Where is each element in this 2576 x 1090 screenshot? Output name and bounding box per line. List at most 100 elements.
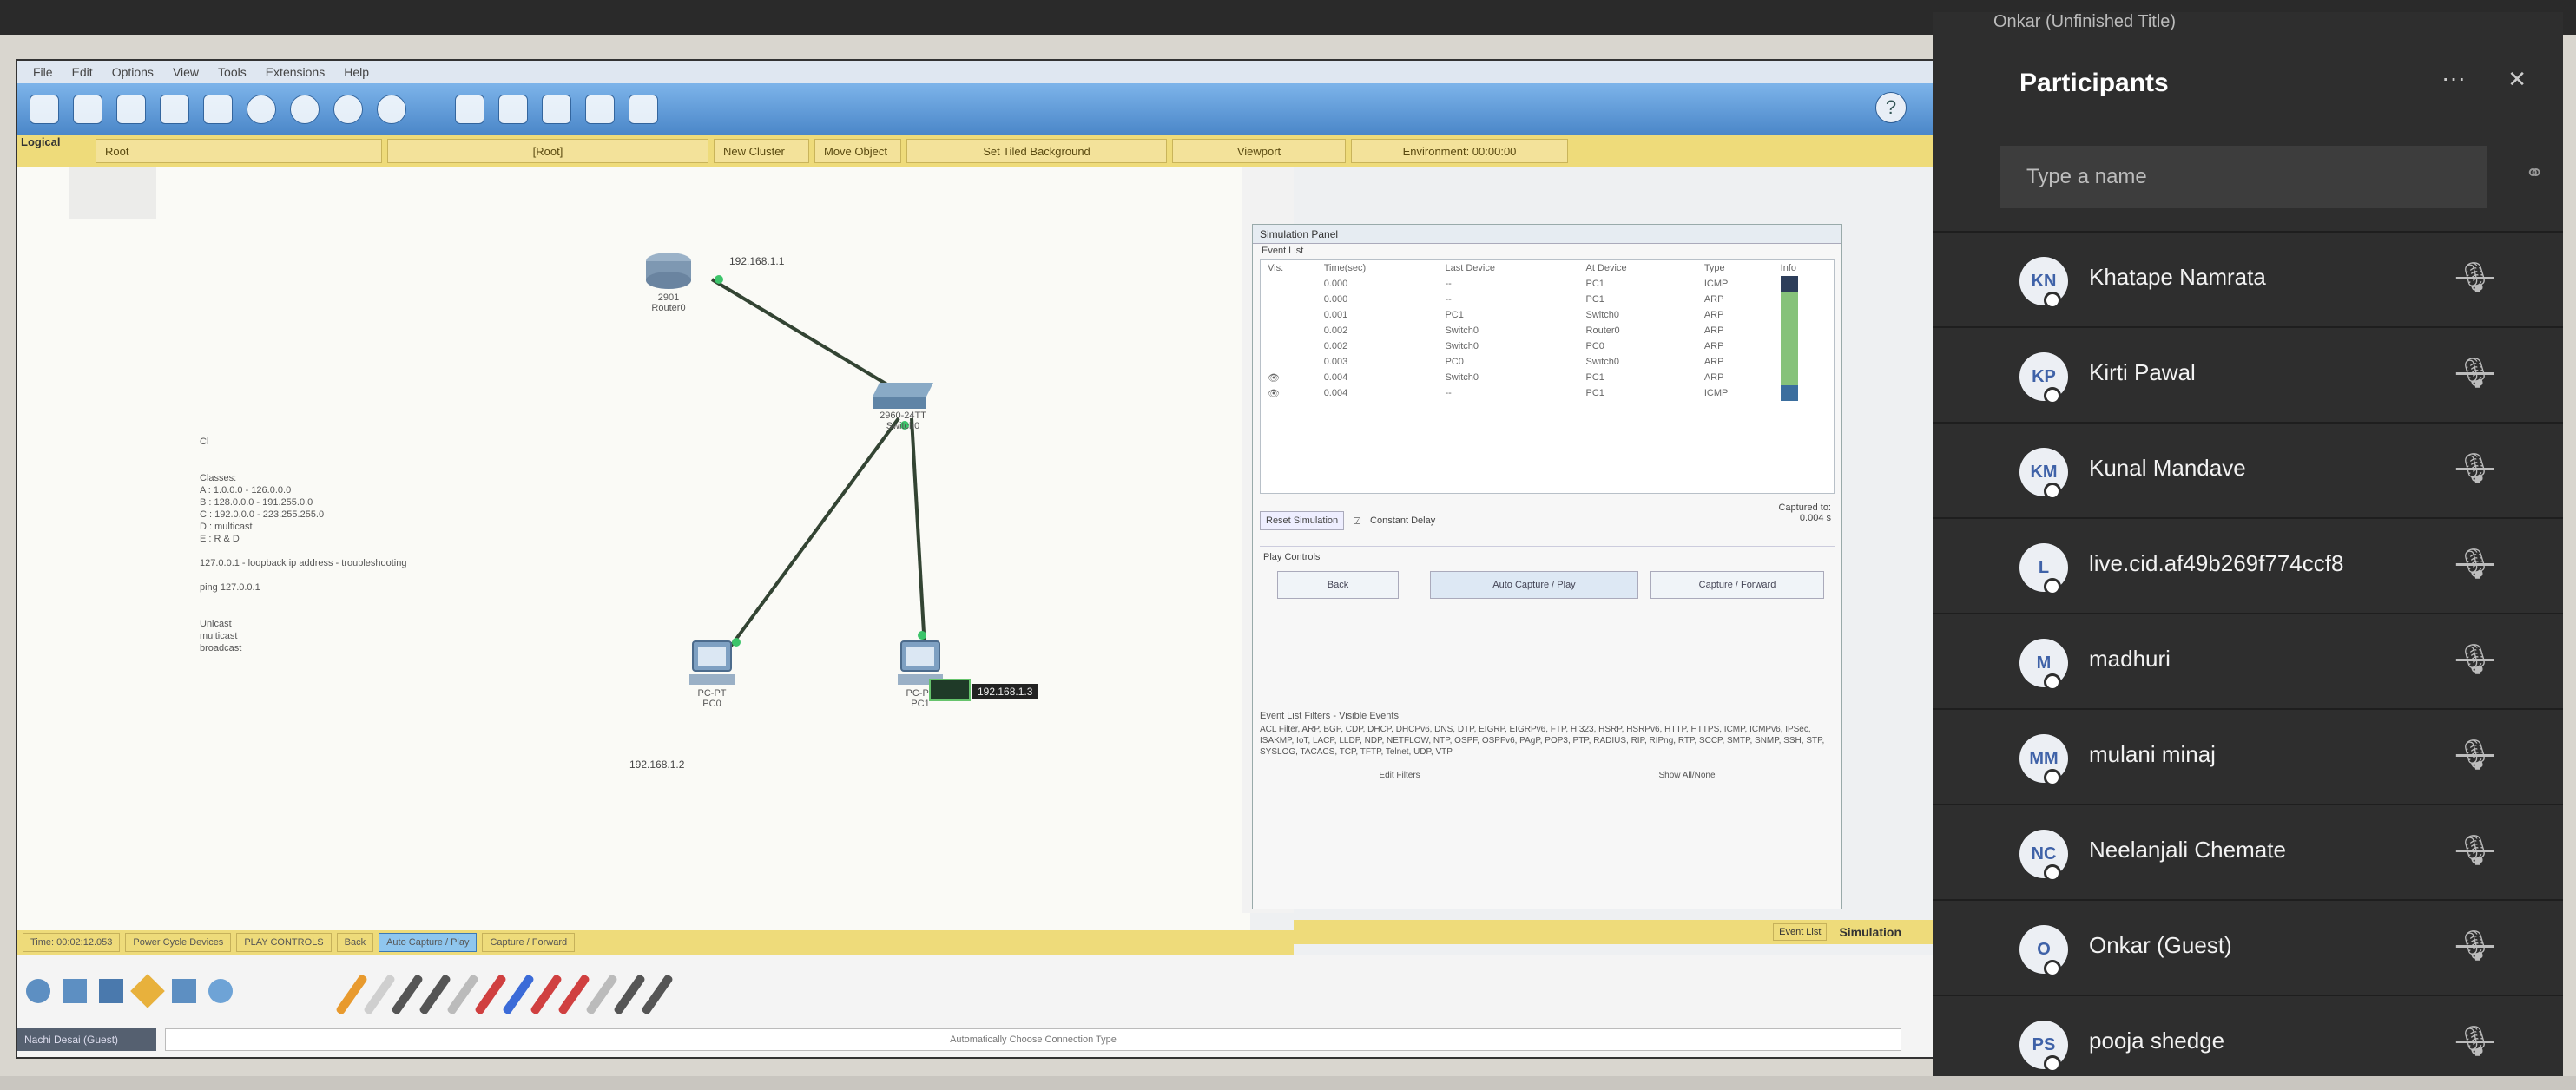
zoom-out-icon[interactable] bbox=[542, 95, 571, 124]
event-info-cell[interactable] bbox=[1774, 276, 1834, 292]
mic-muted-icon[interactable]: 🎙 bbox=[2456, 547, 2494, 581]
power-cycle-button[interactable]: Power Cycle Devices bbox=[125, 933, 232, 952]
undo-icon[interactable] bbox=[333, 95, 363, 124]
new-cluster-button[interactable]: New Cluster bbox=[714, 139, 809, 163]
connections-category-icon[interactable] bbox=[130, 974, 165, 1008]
pc0[interactable]: PC-PT PC0 bbox=[686, 640, 738, 709]
participant-row[interactable]: Mmadhuri 🎙 bbox=[1933, 613, 2563, 708]
mic-muted-icon[interactable]: 🎙 bbox=[2456, 260, 2494, 295]
packet-color-swatch[interactable] bbox=[1780, 307, 1798, 323]
workspace-notes[interactable]: Cl Classes: A : 1.0.0.0 - 126.0.0.0 B : … bbox=[200, 436, 407, 654]
table-row[interactable]: 0.000 -- PC1 ICMP bbox=[1261, 276, 1834, 292]
reset-simulation-button[interactable]: Reset Simulation bbox=[1260, 511, 1345, 530]
participant-row[interactable]: MM mulani minaj 🎙 bbox=[1933, 708, 2563, 804]
table-row[interactable]: 0.000 -- PC1 ARP bbox=[1261, 292, 1834, 307]
menu-item-file[interactable]: File bbox=[33, 65, 53, 79]
paste-icon[interactable] bbox=[290, 95, 320, 124]
save-icon[interactable] bbox=[116, 95, 146, 124]
router0[interactable]: 2901 Router0 bbox=[642, 249, 695, 313]
participant-row[interactable]: KN Khatape Namrata 🎙 bbox=[1933, 231, 2563, 326]
table-row[interactable]: 0.002 Switch0 Router0 ARP bbox=[1261, 323, 1834, 338]
zoom-reset-icon[interactable] bbox=[498, 95, 528, 124]
participant-row[interactable]: KM Kunal Mandave 🎙 bbox=[1933, 422, 2563, 517]
mic-muted-icon[interactable]: 🎙 bbox=[2456, 833, 2494, 868]
auto-capture-play-button[interactable]: Auto Capture / Play bbox=[1430, 571, 1638, 599]
participant-row[interactable]: O Onkar (Guest) 🎙 bbox=[1933, 899, 2563, 995]
event-info-cell[interactable] bbox=[1774, 292, 1834, 307]
back-chip[interactable]: Back bbox=[336, 933, 374, 952]
menu-item-help[interactable]: Help bbox=[344, 65, 369, 79]
misc-category-icon[interactable] bbox=[172, 979, 196, 1003]
participant-row[interactable]: KP Kirti Pawal 🎙 bbox=[1933, 326, 2563, 422]
packet-color-swatch[interactable] bbox=[1780, 354, 1798, 370]
mic-muted-icon[interactable]: 🎙 bbox=[2456, 1024, 2494, 1059]
activity-wizard-icon[interactable] bbox=[203, 95, 233, 124]
auto-capture-chip[interactable]: Auto Capture / Play bbox=[379, 933, 478, 952]
table-row[interactable]: 👁 0.004 -- PC1 ICMP bbox=[1261, 385, 1834, 401]
menu-item-extensions[interactable]: Extensions bbox=[266, 65, 325, 79]
event-info-cell[interactable] bbox=[1774, 307, 1834, 323]
constant-delay-checkbox[interactable]: ☑ bbox=[1353, 515, 1361, 527]
edit-filters-button[interactable]: Edit Filters bbox=[1379, 770, 1420, 781]
print-icon[interactable] bbox=[160, 95, 189, 124]
logical-workspace[interactable]: 2901 Router0 192.168.1.1 2960-24TT Switc… bbox=[17, 167, 1250, 930]
root-button[interactable]: Root bbox=[96, 139, 382, 163]
event-info-cell[interactable] bbox=[1774, 370, 1834, 385]
viewport-button[interactable]: Viewport bbox=[1172, 139, 1346, 163]
event-list-toggle[interactable]: Event List bbox=[1773, 923, 1828, 941]
table-row[interactable]: 0.002 Switch0 PC0 ARP bbox=[1261, 338, 1834, 354]
end-devices-category-icon[interactable] bbox=[99, 979, 123, 1003]
copy-icon[interactable] bbox=[247, 95, 276, 124]
open-file-icon[interactable] bbox=[73, 95, 102, 124]
event-info-cell[interactable] bbox=[1774, 385, 1834, 401]
packet-color-swatch[interactable] bbox=[1780, 323, 1798, 338]
participant-search-input[interactable]: Type a name bbox=[2000, 146, 2487, 208]
event-list-table[interactable]: Vis. Time(sec) Last Device At Device Typ… bbox=[1260, 259, 1835, 494]
drawing-palette-icon[interactable] bbox=[585, 95, 615, 124]
menu-item-options[interactable]: Options bbox=[112, 65, 154, 79]
mic-muted-icon[interactable]: 🎙 bbox=[2456, 356, 2494, 391]
share-invite-icon[interactable]: ⚭ bbox=[2525, 160, 2544, 187]
packet-color-swatch[interactable] bbox=[1780, 338, 1798, 354]
logical-tab[interactable]: Logical bbox=[17, 135, 69, 154]
physical-view-icon[interactable] bbox=[69, 167, 156, 219]
close-icon[interactable]: ✕ bbox=[2507, 66, 2527, 93]
mic-muted-icon[interactable]: 🎙 bbox=[2456, 451, 2494, 486]
more-options-icon[interactable]: ··· bbox=[2441, 64, 2466, 92]
capture-forward-button[interactable]: Capture / Forward bbox=[1650, 571, 1824, 599]
menu-item-edit[interactable]: Edit bbox=[72, 65, 93, 79]
switch0[interactable]: 2960-24TT Switch0 bbox=[873, 379, 933, 431]
packet-color-swatch[interactable] bbox=[1780, 370, 1798, 385]
iot-cable-icon[interactable] bbox=[640, 973, 675, 1016]
envelope-pdu-icon[interactable] bbox=[929, 679, 971, 701]
mic-muted-icon[interactable]: 🎙 bbox=[2456, 642, 2494, 677]
back-button[interactable]: Back bbox=[1277, 571, 1399, 599]
event-info-cell[interactable] bbox=[1774, 323, 1834, 338]
table-row[interactable]: 👁 0.004 Switch0 PC1 ARP bbox=[1261, 370, 1834, 385]
zoom-in-icon[interactable] bbox=[455, 95, 484, 124]
new-file-icon[interactable] bbox=[30, 95, 59, 124]
table-row[interactable]: 0.001 PC1 Switch0 ARP bbox=[1261, 307, 1834, 323]
show-all-none-button[interactable]: Show All/None bbox=[1659, 770, 1716, 781]
capture-forward-chip[interactable]: Capture / Forward bbox=[482, 933, 576, 952]
menu-item-tools[interactable]: Tools bbox=[218, 65, 247, 79]
wireless-category-icon[interactable] bbox=[208, 979, 233, 1003]
mic-muted-icon[interactable]: 🎙 bbox=[2456, 738, 2494, 772]
participant-row[interactable]: Llive.cid.af49b269f774ccf8 🎙 bbox=[1933, 517, 2563, 613]
packet-color-swatch[interactable] bbox=[1780, 385, 1798, 401]
participant-row[interactable]: NC Neelanjali Chemate 🎙 bbox=[1933, 804, 2563, 899]
event-info-cell[interactable] bbox=[1774, 338, 1834, 354]
custom-devices-icon[interactable] bbox=[629, 95, 658, 124]
help-icon[interactable]: ? bbox=[1875, 92, 1907, 123]
redo-icon[interactable] bbox=[377, 95, 406, 124]
packet-color-swatch[interactable] bbox=[1780, 292, 1798, 307]
switches-category-icon[interactable] bbox=[63, 979, 87, 1003]
table-row[interactable]: 0.003 PC0 Switch0 ARP bbox=[1261, 354, 1834, 370]
move-object-button[interactable]: Move Object bbox=[814, 139, 901, 163]
packet-color-swatch[interactable] bbox=[1780, 276, 1798, 292]
mic-muted-icon[interactable]: 🎙 bbox=[2456, 929, 2494, 963]
simulation-mode-label[interactable]: Simulation bbox=[1839, 925, 1901, 939]
event-info-cell[interactable] bbox=[1774, 354, 1834, 370]
routers-category-icon[interactable] bbox=[26, 979, 50, 1003]
menu-item-view[interactable]: View bbox=[173, 65, 199, 79]
